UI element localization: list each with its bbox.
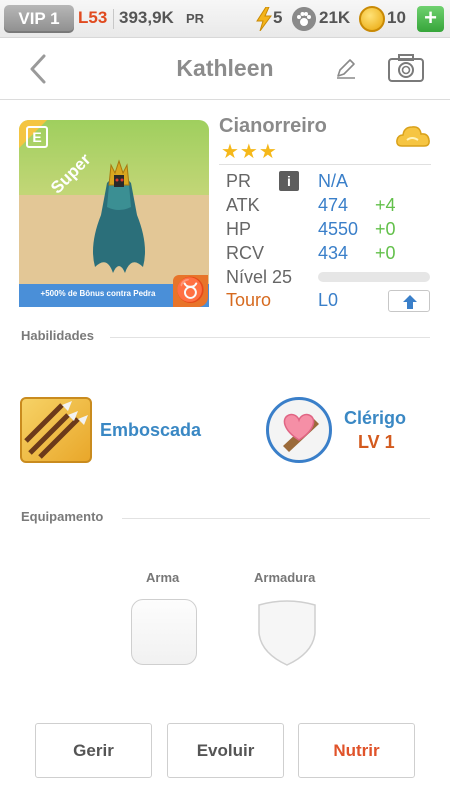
zodiac-level: L0 [318,290,339,310]
cloud-icon [396,126,430,147]
weapon-label: Arma [146,570,180,585]
manage-button[interactable]: Gerir [35,723,152,778]
feed-button[interactable]: Nutrir [298,723,415,778]
power-unit: PR [186,11,205,26]
rcv-value: 434 [318,243,349,263]
hero-creature-image [93,159,145,273]
xp-progress-bar [318,272,430,282]
arrows-icon[interactable] [20,397,92,463]
section-title-abilities: Habilidades [21,328,94,343]
page-header: Kathleen [0,38,450,100]
coin-icon [359,6,385,32]
player-level: L53 [78,8,108,27]
top-status-bar: VIP 1 L53 393,9K PR 5 21K 10 + [0,0,450,38]
hp-bonus: +0 [375,219,396,239]
atk-value: 474 [318,195,349,215]
class-level: LV 1 [358,432,395,452]
pr-label: PR [226,171,252,191]
evolve-button[interactable]: Evoluir [167,723,284,778]
zodiac-badge-icon: ♉ [173,275,208,307]
rcv-bonus: +0 [375,243,396,263]
skill-arrows-graphic [24,401,88,459]
paw-value: 21K [319,8,351,27]
class-name: Clérigo [344,408,407,428]
hp-value: 4550 [318,219,359,239]
armor-label: Armadura [254,570,316,585]
armor-slot[interactable] [255,599,319,667]
heart-shield-icon[interactable] [266,397,332,463]
atk-bonus: +4 [375,195,396,215]
lightning-icon [256,7,272,31]
page-title: Kathleen [176,55,274,81]
class-graphic [283,413,319,452]
vip-badge[interactable]: VIP 1 [4,5,74,33]
divider [122,518,430,519]
rcv-label: RCV [226,243,265,263]
energy-value: 5 [273,8,283,27]
divider [219,164,431,165]
divider [113,9,114,29]
add-coins-button[interactable]: + [417,6,444,32]
weapon-slot[interactable] [131,599,197,665]
coin-value: 10 [387,8,406,27]
hp-label: HP [226,219,252,239]
power-value: 393,9K [119,8,174,27]
zodiac-upgrade-button[interactable] [388,290,430,312]
section-title-equipment: Equipamento [21,509,104,524]
star-rating: ★★★ [221,141,278,163]
pr-value: N/A [318,171,349,191]
paw-icon [292,7,316,31]
pencil-icon[interactable] [334,56,358,80]
evolve-badge-icon: E [26,126,48,148]
hero-name: Cianorreiro [219,115,327,137]
camera-icon[interactable] [387,53,425,83]
divider [110,337,430,338]
skill-name[interactable]: Emboscada [100,420,201,441]
arrow-up-icon [403,295,417,309]
bonus-text: +500% de Bônus contra Pedra [40,289,156,298]
zodiac-label: Touro [226,290,272,310]
level-label: Nível 25 [226,267,293,287]
atk-label: ATK [226,195,260,215]
info-icon[interactable]: i [279,171,299,191]
